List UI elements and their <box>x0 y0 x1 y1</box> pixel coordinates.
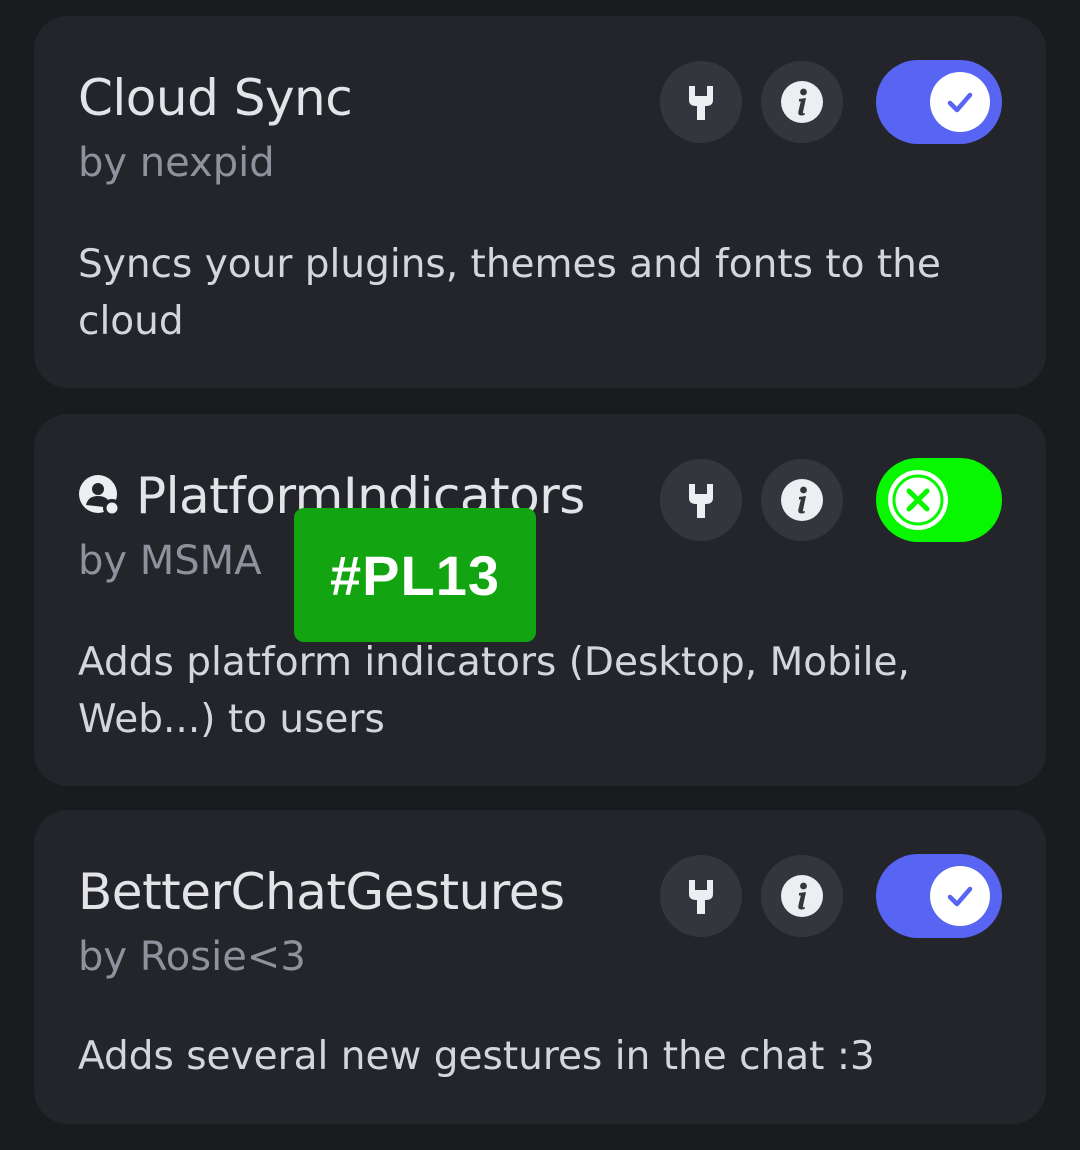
enable-toggle[interactable] <box>876 60 1002 144</box>
info-icon <box>781 81 823 123</box>
plugin-card-cloud-sync: Cloud Sync by nexpid Syncs your plugins,… <box>34 16 1046 388</box>
overlay-tag: #PL13 <box>294 508 536 642</box>
plugin-author: by Rosie<3 <box>78 934 306 980</box>
toggle-knob <box>930 866 990 926</box>
info-icon <box>781 875 823 917</box>
info-button[interactable] <box>761 459 843 541</box>
plugin-name: BetterChatGestures <box>78 863 565 921</box>
plugin-description: Adds several new gestures in the chat :3 <box>78 1034 875 1079</box>
plugin-actions <box>660 458 1002 542</box>
info-icon <box>781 479 823 521</box>
plugin-actions <box>660 854 1002 938</box>
plugin-author: by nexpid <box>78 140 275 186</box>
wrench-icon <box>689 86 713 120</box>
wrench-icon <box>689 880 713 914</box>
check-icon <box>947 92 973 113</box>
wrench-icon <box>689 484 713 518</box>
plugin-description: Syncs your plugins, themes and fonts to … <box>78 242 941 344</box>
plugin-title-row: BetterChatGestures <box>78 862 565 922</box>
plugin-author: by MSMA <box>78 538 262 584</box>
plugin-title-row: Cloud Sync <box>78 68 353 128</box>
enable-toggle[interactable] <box>876 854 1002 938</box>
info-button[interactable] <box>761 855 843 937</box>
settings-button[interactable] <box>660 61 742 143</box>
toggle-knob <box>930 72 990 132</box>
plugin-list: Cloud Sync by nexpid Syncs your plugins,… <box>0 0 1080 1150</box>
toggle-knob <box>888 470 948 530</box>
settings-button[interactable] <box>660 855 742 937</box>
plugin-card-platform-indicators: PlatformIndicators by MSMA Adds platform… <box>34 414 1046 786</box>
info-button[interactable] <box>761 61 843 143</box>
enable-toggle[interactable] <box>876 458 1002 542</box>
check-icon <box>947 886 973 907</box>
x-icon <box>892 474 944 526</box>
plugin-card-better-chat-gestures: BetterChatGestures by Rosie<3 Adds sever… <box>34 810 1046 1124</box>
settings-button[interactable] <box>660 459 742 541</box>
plugin-name: Cloud Sync <box>78 69 353 127</box>
plugin-actions <box>660 60 1002 144</box>
user-status-icon <box>79 475 121 517</box>
plugin-description: Adds platform indicators (Desktop, Mobil… <box>78 640 910 742</box>
